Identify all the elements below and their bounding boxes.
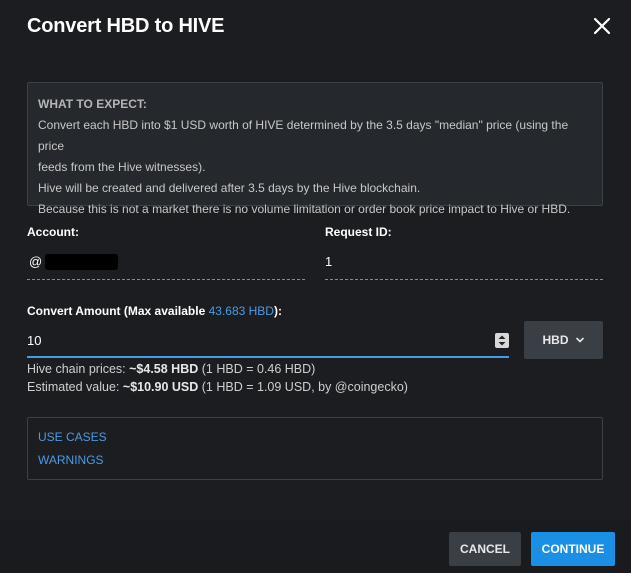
amount-label: Convert Amount (Max available 43.683 HBD… xyxy=(27,304,282,318)
info-line: Convert each HBD into $1 USD worth of HI… xyxy=(38,118,569,153)
use-cases-link[interactable]: USE CASES xyxy=(38,430,107,444)
account-field-underline[interactable] xyxy=(27,279,305,280)
continue-button[interactable]: CONTINUE xyxy=(531,532,615,566)
estimated-value-amount: ~$10.90 USD xyxy=(122,380,199,394)
request-id-underline xyxy=(325,279,603,280)
estimated-value-label: Estimated value: xyxy=(27,380,123,394)
cancel-button[interactable]: CANCEL xyxy=(449,532,521,566)
request-id-value[interactable]: 1 xyxy=(325,254,332,269)
hive-chain-prices: Hive chain prices: ~$4.58 HBD (1 HBD = 0… xyxy=(27,362,315,376)
chevron-down-icon xyxy=(575,337,584,343)
chain-prices-value: ~$4.58 HBD xyxy=(129,362,199,376)
help-links-box: USE CASES WARNINGS xyxy=(27,417,603,480)
stepper-arrows-icon[interactable] xyxy=(495,333,509,348)
currency-select-button[interactable]: HBD xyxy=(524,321,603,359)
info-line: Hive will be created and delivered after… xyxy=(38,181,421,195)
what-to-expect-box: WHAT TO EXPECT: Convert each HBD into $1… xyxy=(27,82,603,216)
account-label: Account: xyxy=(27,225,79,239)
close-icon[interactable] xyxy=(590,14,614,38)
chain-prices-detail: (1 HBD = 0.46 HBD) xyxy=(198,362,316,376)
estimated-value-detail: (1 HBD = 1.09 USD, by @coingecko) xyxy=(198,380,408,394)
estimated-value: Estimated value: ~$10.90 USD (1 HBD = 1.… xyxy=(27,380,408,394)
max-available-link[interactable]: 43.683 HBD xyxy=(209,304,274,318)
amount-label-prefix: Convert Amount (Max available xyxy=(27,304,209,318)
dialog-title: Convert HBD to HIVE xyxy=(27,15,225,37)
account-prefix: @ xyxy=(29,254,43,269)
currency-label: HBD xyxy=(542,333,569,347)
chain-prices-label: Hive chain prices: xyxy=(27,362,130,376)
close-button[interactable] xyxy=(590,14,614,38)
info-line: feeds from the Hive witnesses). xyxy=(38,160,206,174)
amount-value[interactable]: 10 xyxy=(27,333,41,348)
amount-stepper[interactable] xyxy=(495,333,509,348)
amount-label-suffix: ): xyxy=(273,304,282,318)
warnings-link[interactable]: WARNINGS xyxy=(38,453,104,467)
info-line: Because this is not a market there is no… xyxy=(38,202,571,216)
info-heading: WHAT TO EXPECT: xyxy=(38,97,147,111)
account-redaction xyxy=(45,254,118,270)
request-id-label: Request ID: xyxy=(325,225,392,239)
amount-input[interactable]: 10 xyxy=(27,322,509,358)
